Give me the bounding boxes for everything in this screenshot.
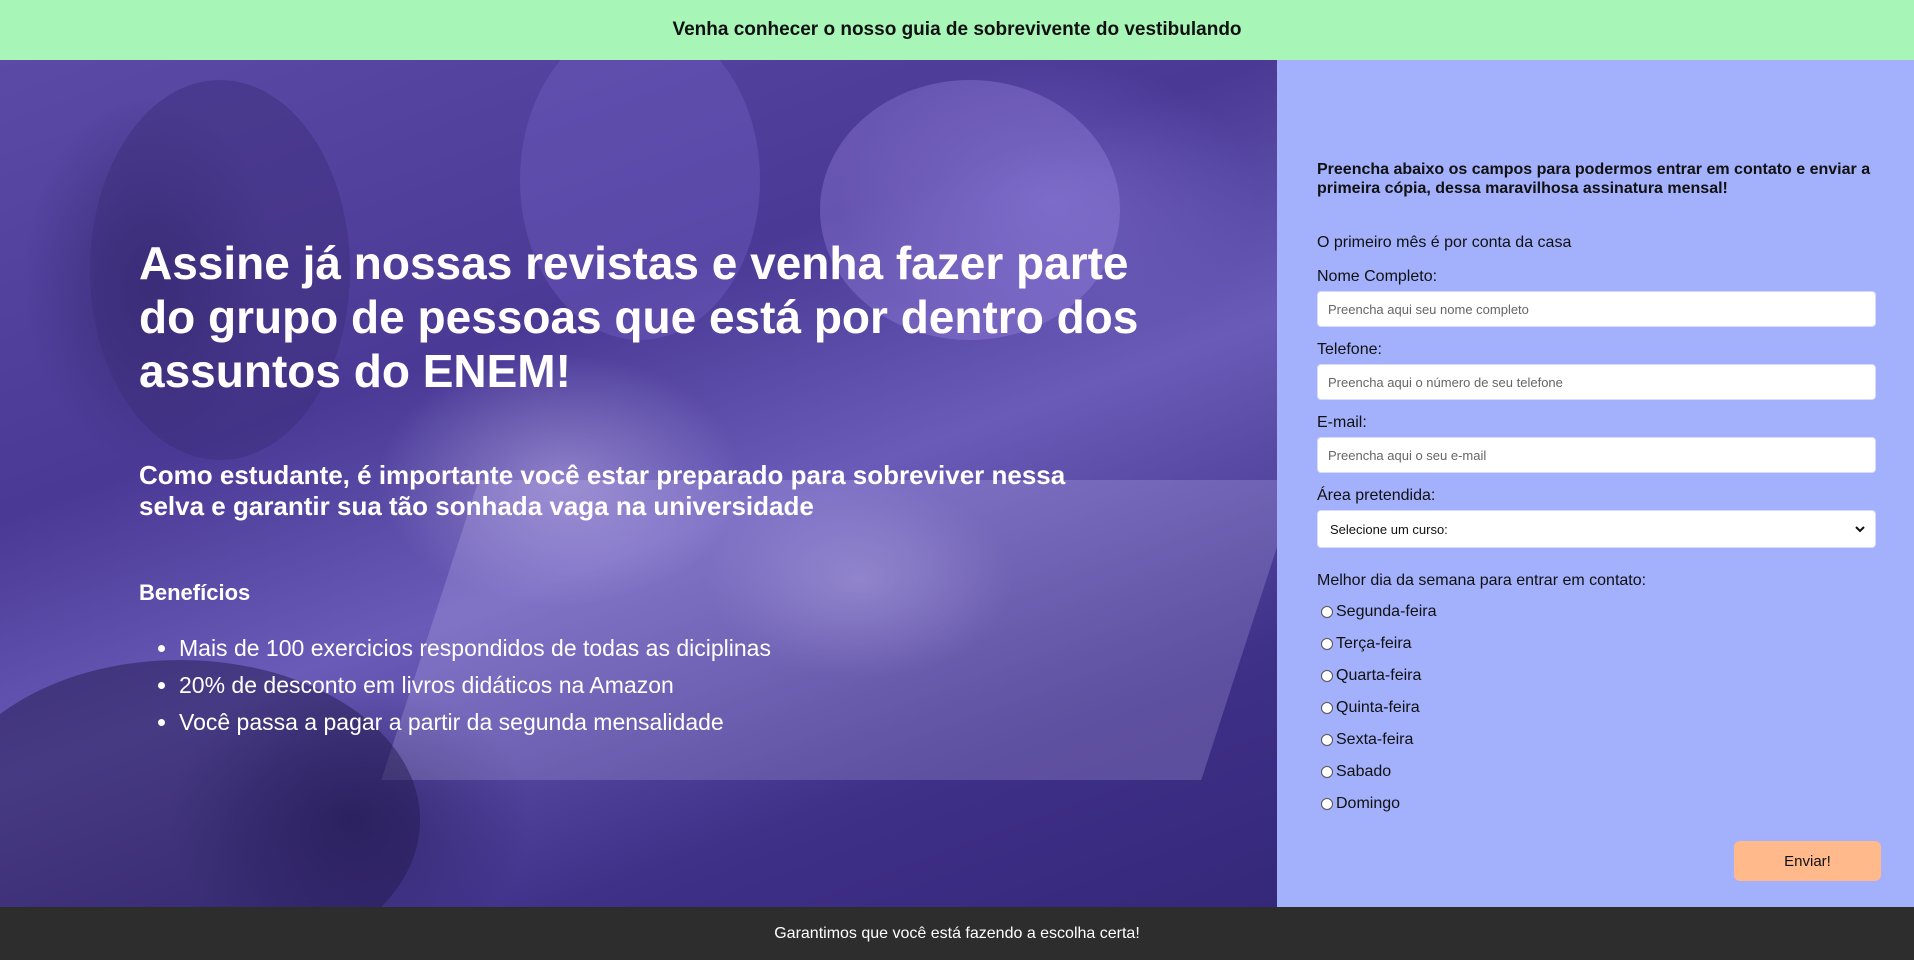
hero-subtitle: Como estudante, é importante você estar …: [139, 460, 1066, 521]
day-option-label: Segunda-feira: [1336, 603, 1437, 620]
name-label: Nome Completo:: [1317, 268, 1438, 285]
email-label: E-mail:: [1317, 414, 1367, 431]
day-option-sabado[interactable]: Sabado: [1321, 762, 1391, 782]
benefits-list: Mais de 100 exercicios respondidos de to…: [179, 630, 1149, 741]
footer-text: Garantimos que você está fazendo a escol…: [774, 924, 1140, 942]
radio-button[interactable]: [1321, 670, 1333, 682]
day-option-label: Terça-feira: [1336, 635, 1412, 652]
hero-section: Assine já nossas revistas e venha fazer …: [0, 60, 1277, 907]
benefit-item: Mais de 100 exercicios respondidos de to…: [179, 630, 1149, 667]
day-option-label: Quarta-feira: [1336, 667, 1422, 684]
footer: Garantimos que você está fazendo a escol…: [0, 907, 1914, 960]
signup-form: Preencha abaixo os campos para podermos …: [1277, 60, 1914, 907]
radio-button[interactable]: [1321, 734, 1333, 746]
hero-title: Assine já nossas revistas e venha fazer …: [139, 237, 1139, 397]
form-intro: Preencha abaixo os campos para podermos …: [1317, 161, 1871, 197]
radio-button[interactable]: [1321, 638, 1333, 650]
day-option-label: Domingo: [1336, 795, 1401, 812]
day-label: Melhor dia da semana para entrar em cont…: [1317, 572, 1647, 589]
day-option-quinta[interactable]: Quinta-feira: [1321, 698, 1420, 718]
benefits-title: Benefícios: [139, 580, 251, 605]
radio-button[interactable]: [1321, 606, 1333, 618]
form-note: O primeiro mês é por conta da casa: [1317, 234, 1572, 251]
radio-button[interactable]: [1321, 798, 1333, 810]
area-select-value: Selecione um curso:: [1330, 521, 1448, 537]
top-banner: Venha conhecer o nosso guia de sobrevive…: [0, 0, 1914, 60]
benefit-item: Você passa a pagar a partir da segunda m…: [179, 704, 1149, 741]
day-option-label: Sabado: [1336, 763, 1392, 780]
day-option-label: Sexta-feira: [1336, 731, 1414, 748]
day-option-terca[interactable]: Terça-feira: [1321, 634, 1412, 654]
chevron-down-icon: [1855, 526, 1865, 533]
phone-label: Telefone:: [1317, 341, 1382, 358]
radio-button[interactable]: [1321, 702, 1333, 714]
day-option-domingo[interactable]: Domingo: [1321, 794, 1400, 814]
submit-button[interactable]: Enviar!: [1734, 841, 1881, 881]
day-option-label: Quinta-feira: [1336, 699, 1420, 716]
benefit-item: 20% de desconto em livros didáticos na A…: [179, 667, 1149, 704]
radio-button[interactable]: [1321, 766, 1333, 778]
day-option-segunda[interactable]: Segunda-feira: [1321, 602, 1437, 622]
day-option-sexta[interactable]: Sexta-feira: [1321, 730, 1413, 750]
area-label: Área pretendida:: [1317, 487, 1436, 504]
phone-input[interactable]: [1317, 364, 1876, 400]
day-option-quarta[interactable]: Quarta-feira: [1321, 666, 1421, 686]
email-input[interactable]: [1317, 437, 1876, 473]
area-select[interactable]: Selecione um curso:: [1317, 510, 1876, 548]
top-banner-text: Venha conhecer o nosso guia de sobrevive…: [672, 19, 1242, 40]
hero-content: Assine já nossas revistas e venha fazer …: [139, 236, 1149, 741]
name-input[interactable]: [1317, 291, 1876, 327]
